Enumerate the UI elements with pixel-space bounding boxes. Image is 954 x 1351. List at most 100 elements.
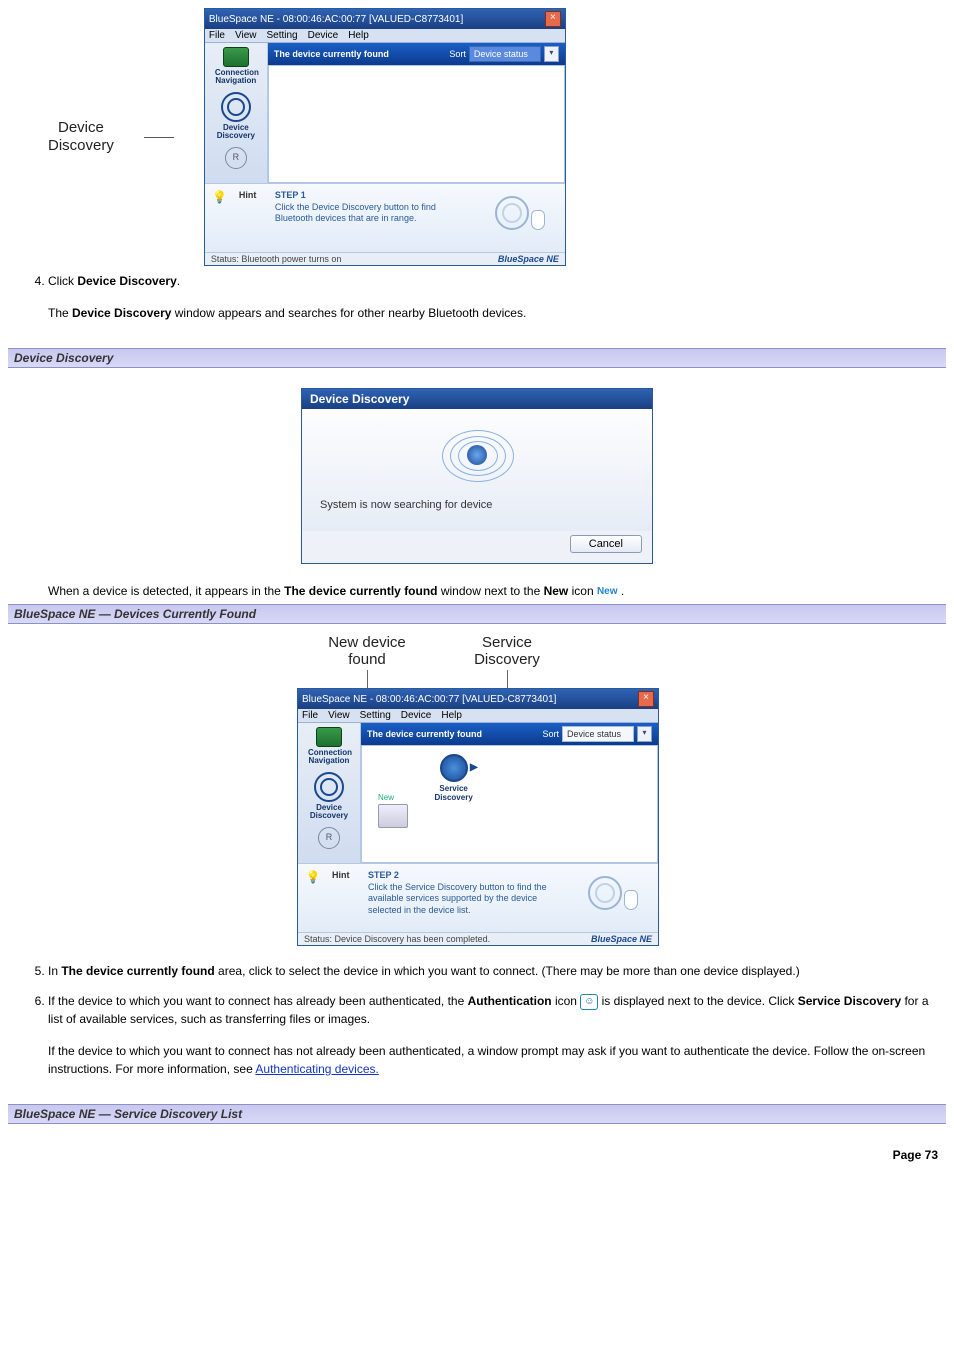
menu-file-2[interactable]: File <box>302 710 318 721</box>
sort-label-2: Sort <box>542 729 559 739</box>
window-title-2: BlueSpace NE - 08:00:46:AC:00:77 [VALUED… <box>302 694 556 705</box>
sort-select[interactable]: Device status <box>469 46 541 62</box>
hint-body: Click the Device Discovery button to fin… <box>275 202 436 224</box>
window-close-button[interactable]: × <box>545 11 561 27</box>
sort-caret-icon-2[interactable]: ▾ <box>637 726 652 742</box>
callout-line <box>144 137 174 138</box>
window-body-2: ConnectionNavigation DeviceDiscovery R T… <box>298 723 658 863</box>
hint-pane: 💡 Hint STEP 1 Click the Device Discovery… <box>205 183 565 252</box>
list-header-text-2: The device currently found <box>367 729 482 739</box>
step4-bold: Device Discovery <box>77 274 176 288</box>
hint-graphic <box>479 190 559 246</box>
hint-pane-2: 💡 Hint STEP 2 Click the Service Discover… <box>298 863 658 932</box>
sidebar-device-discovery-2[interactable]: DeviceDiscovery <box>308 772 350 821</box>
service-discovery-button[interactable]: ServiceDiscovery <box>435 754 473 802</box>
window-close-button-2[interactable]: × <box>638 691 654 707</box>
sidebar-connection-navigation-2[interactable]: ConnectionNavigation <box>308 727 350 766</box>
step4-t2: . <box>177 274 180 288</box>
addb: The device currently found <box>284 584 437 598</box>
menu-help[interactable]: Help <box>348 30 369 41</box>
step4-p1: The <box>48 306 72 320</box>
device-new-badge: New <box>378 793 408 802</box>
step-5: In The device currently found area, clic… <box>48 956 946 986</box>
adde: icon <box>568 584 597 598</box>
list-header-bar-2: The device currently found Sort Device s… <box>361 723 658 745</box>
menu-view-2[interactable]: View <box>328 710 350 721</box>
new-chip-icon: New <box>597 586 618 597</box>
hint-graphic-mouse-icon <box>531 210 545 230</box>
window-title: BlueSpace NE - 08:00:46:AC:00:77 [VALUED… <box>209 14 463 25</box>
addd: New <box>544 584 569 598</box>
sidebar-refresh-icon[interactable]: R <box>225 147 247 169</box>
sidebar-connection-navigation[interactable]: ConnectionNavigation <box>215 47 257 86</box>
callout-service-discovery: ServiceDiscovery <box>437 634 577 688</box>
service-discovery-label: ServiceDiscovery <box>435 784 473 802</box>
menu-device-2[interactable]: Device <box>401 710 432 721</box>
dd-body: System is now searching for device <box>302 409 652 531</box>
authentication-icon: ☺ <box>580 994 598 1010</box>
device-discovery-icon-2 <box>314 772 344 802</box>
s6b: Authentication <box>468 994 552 1008</box>
service-discovery-icon <box>440 754 468 782</box>
menu-view[interactable]: View <box>235 30 257 41</box>
status-bar-2: Status: Device Discovery has been comple… <box>298 932 658 945</box>
s5a: In <box>48 964 61 978</box>
adda: When a device is detected, it appears in… <box>48 584 284 598</box>
list-header-bar: The device currently found Sort Device s… <box>268 43 565 65</box>
s6d: is displayed next to the device. Click <box>598 994 797 1008</box>
sidebar-device-discovery[interactable]: DeviceDiscovery <box>215 92 257 141</box>
dd-footer: Cancel <box>302 531 652 563</box>
figure-bluespace-step2: New devicefound ServiceDiscovery BlueSpa… <box>297 634 657 946</box>
menu-setting-2[interactable]: Setting <box>360 710 391 721</box>
sidebar-disc-label-2: DeviceDiscovery <box>310 803 348 820</box>
addf: . <box>618 584 625 598</box>
dd-message: System is now searching for device <box>318 495 636 515</box>
callout-new-device: New devicefound <box>297 634 437 688</box>
s6c: icon <box>552 994 581 1008</box>
hint-graphic-circle-icon-2 <box>588 876 622 910</box>
figure-bluespace-step1: DeviceDiscovery BlueSpace NE - 08:00:46:… <box>48 8 946 266</box>
bluespace-window: BlueSpace NE - 08:00:46:AC:00:77 [VALUED… <box>204 8 566 266</box>
status-text: Status: Bluetooth power turns on <box>211 254 342 264</box>
status-bar: Status: Bluetooth power turns on BlueSpa… <box>205 252 565 265</box>
sort-control-2: Sort Device status ▾ <box>542 726 652 742</box>
hint-step-2: STEP 2 <box>368 870 562 882</box>
device-pc-icon <box>378 804 408 828</box>
device-list: New ServiceDiscovery <box>361 745 658 863</box>
device-item[interactable]: New <box>378 793 408 830</box>
addc: window next to the <box>438 584 544 598</box>
menu-device[interactable]: Device <box>308 30 339 41</box>
menu-file[interactable]: File <box>209 30 225 41</box>
after-dd-paragraph: When a device is detected, it appears in… <box>48 584 946 598</box>
sort-control: Sort Device status ▾ <box>449 46 559 62</box>
window-body: ConnectionNavigation DeviceDiscovery R T… <box>205 43 565 183</box>
status-text-2: Status: Device Discovery has been comple… <box>304 934 490 944</box>
sort-caret-icon[interactable]: ▾ <box>544 46 559 62</box>
bluespace-window-2: BlueSpace NE - 08:00:46:AC:00:77 [VALUED… <box>297 688 659 946</box>
hint-lightbulb-icon-2: 💡 <box>304 870 322 926</box>
dd-titlebar: Device Discovery <box>302 389 652 409</box>
dd-search-animation-icon <box>437 425 517 485</box>
menu-setting[interactable]: Setting <box>266 30 297 41</box>
window-titlebar: BlueSpace NE - 08:00:46:AC:00:77 [VALUED… <box>205 9 565 29</box>
hint-title: Hint <box>239 190 265 246</box>
status-brand-2: BlueSpace NE <box>591 934 652 944</box>
step4-paragraph: The Device Discovery window appears and … <box>48 304 946 322</box>
menu-help-2[interactable]: Help <box>441 710 462 721</box>
step-4: Click Device Discovery. The Device Disco… <box>48 266 946 342</box>
dd-cancel-button[interactable]: Cancel <box>570 535 642 553</box>
link-authenticating-devices[interactable]: Authenticating devices. <box>255 1062 378 1076</box>
device-discovery-dialog: Device Discovery System is now searching… <box>301 388 653 564</box>
sort-select-2[interactable]: Device status <box>562 726 634 742</box>
s6p2a: If the device to which you want to conne… <box>48 1044 925 1076</box>
list-header-text: The device currently found <box>274 49 389 59</box>
hint-body-2: Click the Service Discovery button to fi… <box>368 882 547 915</box>
hint-graphic-mouse-icon-2 <box>624 890 638 910</box>
s6a: If the device to which you want to conne… <box>48 994 468 1008</box>
sidebar-refresh-icon-2[interactable]: R <box>318 827 340 849</box>
menu-bar: File View Setting Device Help <box>205 29 565 43</box>
section-device-discovery: Device Discovery <box>8 348 946 368</box>
s5c: area, click to select the device in whic… <box>215 964 800 978</box>
connection-nav-icon-2 <box>316 727 342 747</box>
device-discovery-icon <box>221 92 251 122</box>
